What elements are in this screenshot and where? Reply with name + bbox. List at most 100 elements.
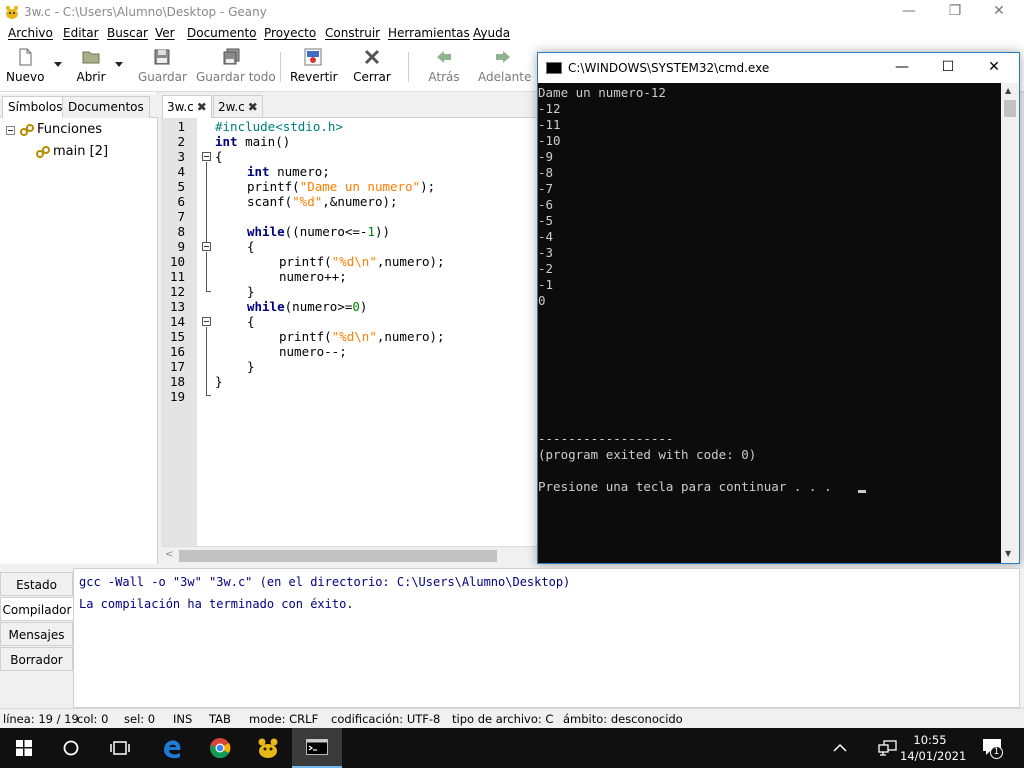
taskbar-geany[interactable] [244, 728, 292, 768]
maximize-button[interactable]: ❐ [932, 0, 978, 24]
forward-arrow-icon [496, 51, 510, 63]
tab-close-icon[interactable]: ✖ [197, 100, 207, 114]
show-hidden-icons-chevron-icon[interactable] [833, 742, 847, 754]
code-line-4: int numero; [247, 164, 330, 179]
menu-construir[interactable]: Construir [325, 26, 380, 40]
menu-bar: Archivo Editar Buscar Ver Documento Proy… [0, 24, 1024, 44]
cmd-minimize-button[interactable]: — [879, 53, 925, 83]
console-line: -5 [538, 213, 554, 228]
back-button[interactable]: Atrás [426, 48, 462, 84]
cmd-vertical-scrollbar[interactable]: ▲ ▼ [1001, 83, 1019, 563]
new-label: Nuevo [6, 70, 45, 84]
scrollbar-thumb[interactable] [1004, 100, 1016, 117]
tab-close-icon[interactable]: ✖ [248, 100, 258, 114]
scroll-up-icon[interactable]: ▲ [1005, 86, 1011, 95]
edge-browser-icon [164, 740, 181, 759]
start-button[interactable] [0, 728, 48, 768]
code-line-9: { [247, 239, 255, 254]
tab-compilador[interactable]: Compilador [0, 597, 73, 621]
save-all-button[interactable]: Guardar todo [196, 48, 276, 84]
console-output[interactable]: ------------------ (program exited with … [538, 83, 1001, 563]
menu-ayuda[interactable]: Ayuda [473, 26, 510, 40]
minimize-button[interactable]: — [886, 0, 932, 24]
fold-end [206, 395, 211, 396]
menu-documento[interactable]: Documento [187, 26, 257, 40]
status-filetype: tipo de archivo: C [452, 712, 554, 726]
close-file-button[interactable]: Cerrar [352, 48, 392, 84]
tab-documentos[interactable]: Documentos [62, 96, 150, 118]
search-button[interactable] [48, 728, 96, 768]
open-dropdown-arrow-icon[interactable] [115, 62, 123, 67]
status-scope: ámbito: desconocido [563, 712, 683, 726]
open-button[interactable]: Abrir [74, 48, 108, 84]
tab-borrador[interactable]: Borrador [0, 647, 73, 671]
code-editor[interactable]: 1 2 3 4 5 6 7 8 9 10 11 12 13 14 15 16 17 18 19 #include<s… [161, 118, 541, 546]
line-number: 12 [169, 284, 185, 299]
tree-item-main[interactable]: main [2] [0, 142, 156, 164]
task-view-button[interactable] [96, 728, 144, 768]
tab-2w-c[interactable]: 2w.c ✖ [213, 95, 263, 118]
forward-button[interactable]: Adelante [478, 48, 531, 84]
line-number: 15 [169, 329, 185, 344]
collapse-icon[interactable] [6, 126, 15, 135]
code-line-14: { [247, 314, 255, 329]
code-area[interactable]: #include<stdio.h> int main() { int numer… [215, 118, 541, 546]
fold-marker-icon[interactable] [202, 242, 211, 251]
tab-mensajes[interactable]: Mensajes [0, 622, 73, 646]
status-encoding: codificación: UTF-8 [331, 712, 441, 726]
scroll-down-icon[interactable]: ▼ [1005, 549, 1011, 558]
code-line-6: scanf("%d",&numero); [247, 194, 398, 209]
fold-marker-icon[interactable] [202, 152, 211, 161]
tab-simbolos[interactable]: Símbolos [2, 96, 69, 118]
revert-button[interactable]: Revertir [290, 48, 338, 84]
new-button[interactable]: Nuevo [6, 48, 44, 84]
console-cursor [858, 490, 866, 493]
system-clock[interactable]: 10:55 14/01/2021 [900, 732, 966, 764]
editor-horizontal-scrollbar[interactable]: < [161, 546, 541, 564]
close-x-icon [364, 49, 380, 65]
menu-herramientas[interactable]: Herramientas [388, 26, 470, 40]
line-number: 14 [169, 314, 185, 329]
network-icon[interactable] [878, 740, 898, 756]
taskbar-edge[interactable] [148, 728, 196, 768]
toolbar-separator [280, 52, 281, 82]
line-number: 7 [177, 209, 185, 224]
menu-proyecto[interactable]: Proyecto [264, 26, 316, 40]
fold-marker-icon[interactable] [202, 317, 211, 326]
save-button[interactable]: Guardar [138, 48, 187, 84]
status-bar: línea: 19 / 19 col: 0 sel: 0 INS TAB mod… [0, 708, 1024, 728]
new-dropdown-arrow-icon[interactable] [54, 62, 62, 67]
save-label: Guardar [138, 70, 187, 84]
taskbar-cmd[interactable] [292, 728, 342, 768]
cmd-title: C:\WINDOWS\SYSTEM32\cmd.exe [568, 61, 770, 75]
line-number: 17 [169, 359, 185, 374]
scroll-left-icon[interactable]: < [165, 549, 173, 560]
menu-ver[interactable]: Ver [155, 26, 175, 40]
function-icon [36, 146, 50, 158]
cmd-maximize-button[interactable]: ☐ [925, 53, 971, 83]
tab-label: 2w.c [218, 100, 245, 114]
cmd-close-button[interactable]: ✕ [971, 53, 1017, 83]
back-label: Atrás [428, 70, 460, 84]
tab-estado[interactable]: Estado [0, 572, 73, 596]
tab-3w-c[interactable]: 3w.c ✖ [162, 95, 212, 118]
taskbar-chrome[interactable] [196, 728, 244, 768]
menu-buscar[interactable]: Buscar [107, 26, 148, 40]
compiler-command-line: gcc -Wall -o "3w" "3w.c" (en el director… [79, 575, 571, 589]
message-panel: Estado Compilador Mensajes Borrador gcc … [0, 568, 1024, 708]
line-number: 9 [177, 239, 185, 254]
geany-window: 3w.c - C:\Users\Alumno\Desktop - Geany —… [0, 0, 1024, 728]
close-button[interactable]: ✕ [976, 0, 1022, 24]
line-number-gutter: 1 2 3 4 5 6 7 8 9 10 11 12 13 14 15 16 17 18 19 [161, 118, 197, 546]
menu-archivo[interactable]: Archivo [8, 26, 53, 40]
line-number: 1 [177, 119, 185, 134]
action-center-button[interactable]: 1 [982, 738, 1004, 760]
function-group-icon [20, 124, 34, 136]
compiler-output[interactable]: gcc -Wall -o "3w" "3w.c" (en el director… [73, 568, 1020, 708]
status-tab: TAB [209, 712, 231, 726]
console-line: -4 [538, 229, 554, 244]
scrollbar-thumb[interactable] [179, 550, 497, 562]
command-prompt-icon [306, 739, 328, 755]
tree-group-funciones[interactable]: Funciones [0, 120, 156, 142]
menu-editar[interactable]: Editar [63, 26, 99, 40]
